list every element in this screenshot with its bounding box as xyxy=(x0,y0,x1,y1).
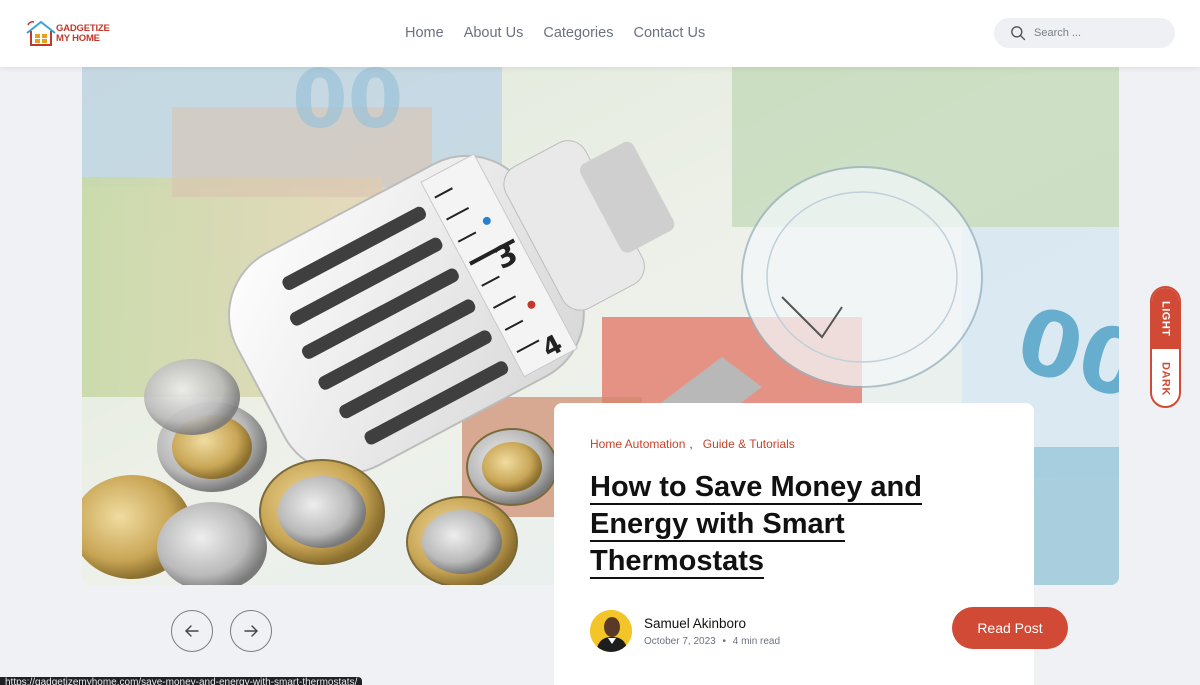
nav-contact-us[interactable]: Contact Us xyxy=(623,22,715,44)
search-input[interactable] xyxy=(1034,27,1164,39)
post-title-link[interactable]: How to Save Money and Energy with Smart … xyxy=(590,471,922,579)
logo-line-2: MY HOME xyxy=(56,33,100,44)
arrow-left-icon xyxy=(185,625,199,637)
post-meta: Samuel Akinboro October 7, 2023 • 4 min … xyxy=(590,610,780,652)
site-header: GADGETIZE MY HOME Home About Us Categori… xyxy=(0,0,1200,67)
search-icon[interactable] xyxy=(1010,25,1026,41)
post-date-line: October 7, 2023 • 4 min read xyxy=(644,636,780,647)
next-slide-button[interactable] xyxy=(230,610,272,652)
arrow-right-icon xyxy=(244,625,258,637)
category-link-home-automation[interactable]: Home Automation xyxy=(590,437,685,451)
nav-categories[interactable]: Categories xyxy=(533,22,623,44)
post-date: October 7, 2023 xyxy=(644,636,716,647)
nav-home[interactable]: Home xyxy=(395,22,454,44)
post-title: How to Save Money and Energy with Smart … xyxy=(590,469,950,580)
site-logo[interactable]: GADGETIZE MY HOME xyxy=(24,17,114,51)
author-name[interactable]: Samuel Akinboro xyxy=(644,615,780,633)
svg-text:00: 00 xyxy=(292,67,403,146)
link-status-url: https://gadgetizemyhome.com/save-money-a… xyxy=(0,677,363,685)
previous-slide-button[interactable] xyxy=(171,610,213,652)
post-categories: Home Automation , Guide & Tutorials xyxy=(590,437,998,451)
category-separator: , xyxy=(689,437,693,451)
light-mode-button[interactable]: LIGHT xyxy=(1152,288,1179,349)
search-box xyxy=(994,18,1175,48)
main-nav: Home About Us Categories Contact Us xyxy=(395,22,715,44)
logo-wordmark: GADGETIZE MY HOME xyxy=(56,24,110,44)
nav-about-us[interactable]: About Us xyxy=(454,22,534,44)
read-post-button[interactable]: Read Post xyxy=(952,607,1068,649)
house-logo-icon xyxy=(26,20,56,46)
author-avatar[interactable] xyxy=(590,610,632,652)
read-time: 4 min read xyxy=(732,636,781,647)
dark-mode-button[interactable]: DARK xyxy=(1152,349,1179,406)
author-photo xyxy=(590,610,632,652)
category-link-guide-tutorials[interactable]: Guide & Tutorials xyxy=(703,437,795,451)
light-label: LIGHT xyxy=(1159,300,1172,337)
author-info: Samuel Akinboro October 7, 2023 • 4 min … xyxy=(644,615,780,647)
meta-dot: • xyxy=(722,636,727,647)
theme-toggle: LIGHT DARK xyxy=(1150,286,1181,408)
dark-label: DARK xyxy=(1159,361,1172,396)
featured-post-card: Home Automation , Guide & Tutorials How … xyxy=(554,403,1068,685)
